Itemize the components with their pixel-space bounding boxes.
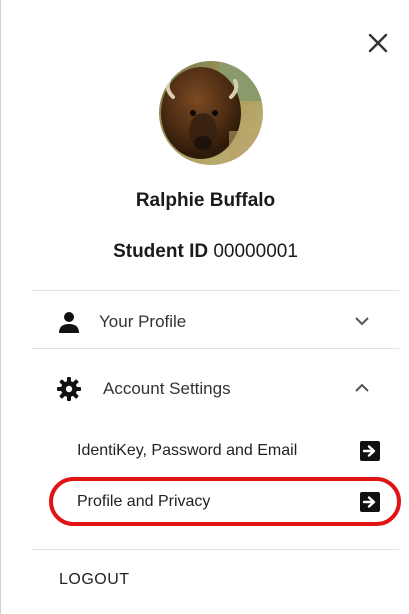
account-drawer: Ralphie Buffalo Student ID 00000001 Your…	[0, 0, 409, 614]
submenu-identikey-password-email[interactable]: IdentiKey, Password and Email	[49, 431, 394, 471]
chevron-down-icon	[355, 317, 369, 326]
divider	[31, 549, 399, 550]
student-id-value: 00000001	[213, 241, 298, 262]
menu-account-settings-label: Account Settings	[103, 379, 231, 398]
divider	[31, 348, 399, 349]
submenu-identikey-label: IdentiKey, Password and Email	[77, 442, 298, 459]
close-button[interactable]	[365, 30, 391, 56]
avatar	[159, 61, 263, 165]
close-icon	[368, 33, 388, 53]
student-id-label: Student ID	[113, 241, 209, 262]
menu-your-profile-label: Your Profile	[99, 312, 187, 331]
logout-button[interactable]: LOGOUT	[59, 571, 130, 589]
student-id: Student ID 00000001	[1, 241, 409, 263]
chevron-up-icon	[355, 383, 369, 392]
arrow-right-box-icon	[360, 441, 380, 461]
gear-icon	[57, 377, 81, 401]
menu-your-profile[interactable]: Your Profile	[31, 294, 399, 350]
highlight-ring	[49, 477, 401, 526]
divider	[31, 290, 399, 291]
menu-account-settings[interactable]: Account Settings	[31, 361, 399, 417]
person-icon	[59, 312, 79, 333]
user-name: Ralphie Buffalo	[135, 190, 276, 211]
